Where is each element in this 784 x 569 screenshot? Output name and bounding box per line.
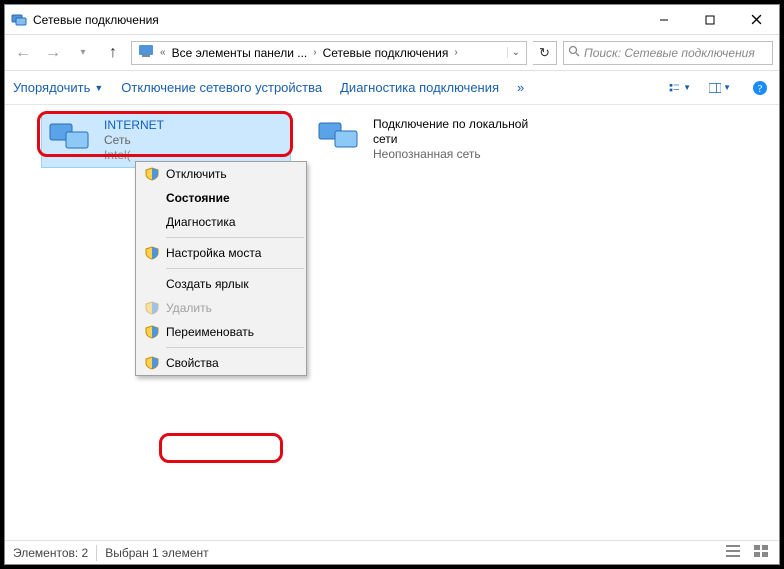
connection-name: INTERNET (104, 118, 164, 133)
large-icons-view-button[interactable] (751, 545, 771, 560)
close-button[interactable] (733, 5, 779, 34)
menu-properties[interactable]: Свойства (136, 351, 306, 375)
nav-bar: ← → ▾ ↑ « Все элементы панели ... › Сете… (5, 35, 779, 71)
view-options-button[interactable]: ▼ (669, 77, 691, 99)
menu-disable[interactable]: Отключить (136, 162, 306, 186)
search-placeholder: Поиск: Сетевые подключения (584, 46, 768, 60)
preview-pane-button[interactable]: ▼ (709, 77, 731, 99)
minimize-button[interactable] (641, 5, 687, 34)
menu-rename[interactable]: Переименовать (136, 320, 306, 344)
connection-text: Подключение по локальной сети Неопознанн… (373, 117, 533, 162)
up-button[interactable]: ↑ (101, 41, 125, 65)
window-title: Сетевые подключения (33, 13, 641, 27)
connection-status: Сеть (104, 133, 164, 148)
maximize-button[interactable] (687, 5, 733, 34)
search-icon (568, 45, 580, 60)
menu-state[interactable]: Состояние (136, 186, 306, 210)
control-panel-icon (134, 43, 158, 62)
highlight-annotation (159, 433, 283, 463)
connection-status: Неопознанная сеть (373, 147, 533, 162)
connection-text: INTERNET Сеть Intel( (104, 118, 164, 163)
back-button[interactable]: ← (11, 41, 35, 65)
refresh-button[interactable]: ↻ (533, 41, 557, 65)
breadcrumb-segment[interactable]: Сетевые подключения (319, 46, 453, 60)
chevron-icon: « (160, 47, 166, 58)
chevron-right-icon: › (454, 47, 457, 58)
connection-name: Подключение по локальной сети (373, 117, 533, 147)
toolbar-overflow-button[interactable]: » (517, 80, 524, 95)
status-element-count: Элементов: 2 (13, 546, 88, 560)
menu-create-shortcut[interactable]: Создать ярлык (136, 272, 306, 296)
status-bar: Элементов: 2 Выбран 1 элемент (5, 540, 779, 564)
content-area: INTERNET Сеть Intel( Подключение по лока… (5, 105, 779, 540)
title-bar: Сетевые подключения (5, 5, 779, 35)
menu-bridge[interactable]: Настройка моста (136, 241, 306, 265)
network-adapter-icon (48, 118, 96, 154)
chevron-down-icon: ▼ (94, 83, 103, 93)
forward-button: → (41, 41, 65, 65)
chevron-right-icon: › (313, 47, 316, 58)
svg-text:?: ? (758, 83, 763, 95)
shield-icon (138, 246, 166, 260)
menu-delete: Удалить (136, 296, 306, 320)
window-controls (641, 5, 779, 34)
breadcrumb-segment[interactable]: Все элементы панели ... (168, 46, 312, 60)
shield-icon (138, 301, 166, 315)
network-adapter-icon (317, 117, 365, 153)
toolbar: Упорядочить ▼ Отключение сетевого устрой… (5, 71, 779, 105)
menu-separator (166, 347, 304, 348)
shield-icon (138, 325, 166, 339)
context-menu: Отключить Состояние Диагностика Настройк… (135, 161, 307, 376)
disable-device-button[interactable]: Отключение сетевого устройства (121, 80, 322, 95)
diagnose-button[interactable]: Диагностика подключения (340, 80, 499, 95)
breadcrumb[interactable]: « Все элементы панели ... › Сетевые подк… (131, 41, 527, 65)
details-view-button[interactable] (723, 545, 743, 560)
network-connections-icon (11, 12, 27, 28)
window: Сетевые подключения ← → ▾ ↑ (4, 4, 780, 565)
status-selected-count: Выбран 1 элемент (105, 546, 208, 560)
shield-icon (138, 356, 166, 370)
chevron-down-icon[interactable]: ⌄ (507, 47, 524, 58)
connection-item[interactable]: INTERNET Сеть Intel( (41, 113, 291, 168)
shield-icon (138, 167, 166, 181)
status-divider (96, 545, 97, 561)
search-input[interactable]: Поиск: Сетевые подключения (563, 41, 773, 65)
connection-item[interactable]: Подключение по локальной сети Неопознанн… (311, 113, 561, 166)
menu-separator (166, 237, 304, 238)
help-button[interactable]: ? (749, 77, 771, 99)
organize-button[interactable]: Упорядочить ▼ (13, 80, 103, 95)
menu-diagnose[interactable]: Диагностика (136, 210, 306, 234)
recent-locations-button[interactable]: ▾ (71, 41, 95, 65)
menu-separator (166, 268, 304, 269)
